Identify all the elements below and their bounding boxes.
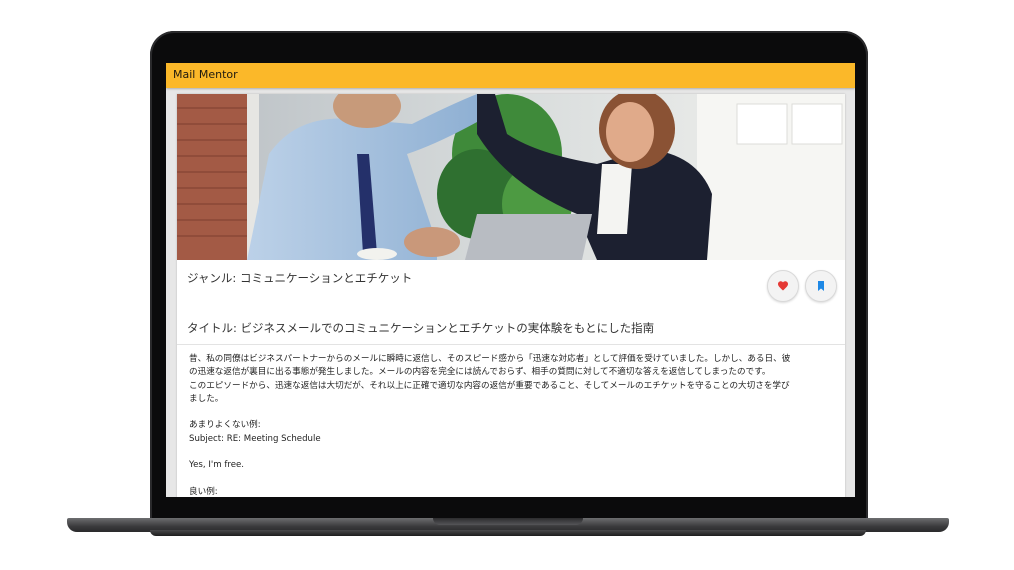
laptop-screen: Mail Mentor ジャンル: コミュニケーションとエチケット タイトル: … — [166, 63, 855, 497]
bookmark-icon — [818, 281, 824, 291]
article-genre: ジャンル: コミュニケーションとエチケット — [187, 271, 413, 285]
bad-example-label: あまりよくない例: — [189, 420, 261, 431]
article-title: タイトル: ビジネスメールでのコミュニケーションとエチケットの実体験をもとにした… — [187, 321, 655, 335]
bookmark-button[interactable] — [805, 270, 837, 302]
favorite-button[interactable] — [767, 270, 799, 302]
body-line: の迅速な返信が裏目に出る事態が発生しました。メールの内容を完全には読んでおらず、… — [189, 367, 771, 378]
article-body: 昔、私の同僚はビジネスパートナーからのメールに瞬時に返信し、そのスピード感から「… — [189, 353, 837, 497]
laptop-notch — [433, 518, 583, 525]
body-line: このエピソードから、迅速な返信は大切だが、それ以上に正確で適切な内容の返信が重要… — [189, 380, 790, 391]
laptop-base-shadow — [150, 530, 866, 536]
hero-image — [177, 94, 845, 260]
article-card: ジャンル: コミュニケーションとエチケット タイトル: ビジネスメールでのコミュ… — [177, 94, 845, 497]
body-line: ました。 — [189, 393, 224, 404]
good-example-label: 良い例: — [189, 486, 218, 497]
app-bar: Mail Mentor — [166, 63, 855, 88]
divider — [177, 344, 845, 345]
bad-example-body: Yes, I'm free. — [189, 460, 245, 471]
body-line: 昔、私の同僚はビジネスパートナーからのメールに瞬時に返信し、そのスピード感から「… — [189, 354, 791, 364]
app-title: Mail Mentor — [173, 68, 238, 81]
bad-example-subject: Subject: RE: Meeting Schedule — [189, 433, 321, 444]
heart-icon — [778, 281, 788, 291]
